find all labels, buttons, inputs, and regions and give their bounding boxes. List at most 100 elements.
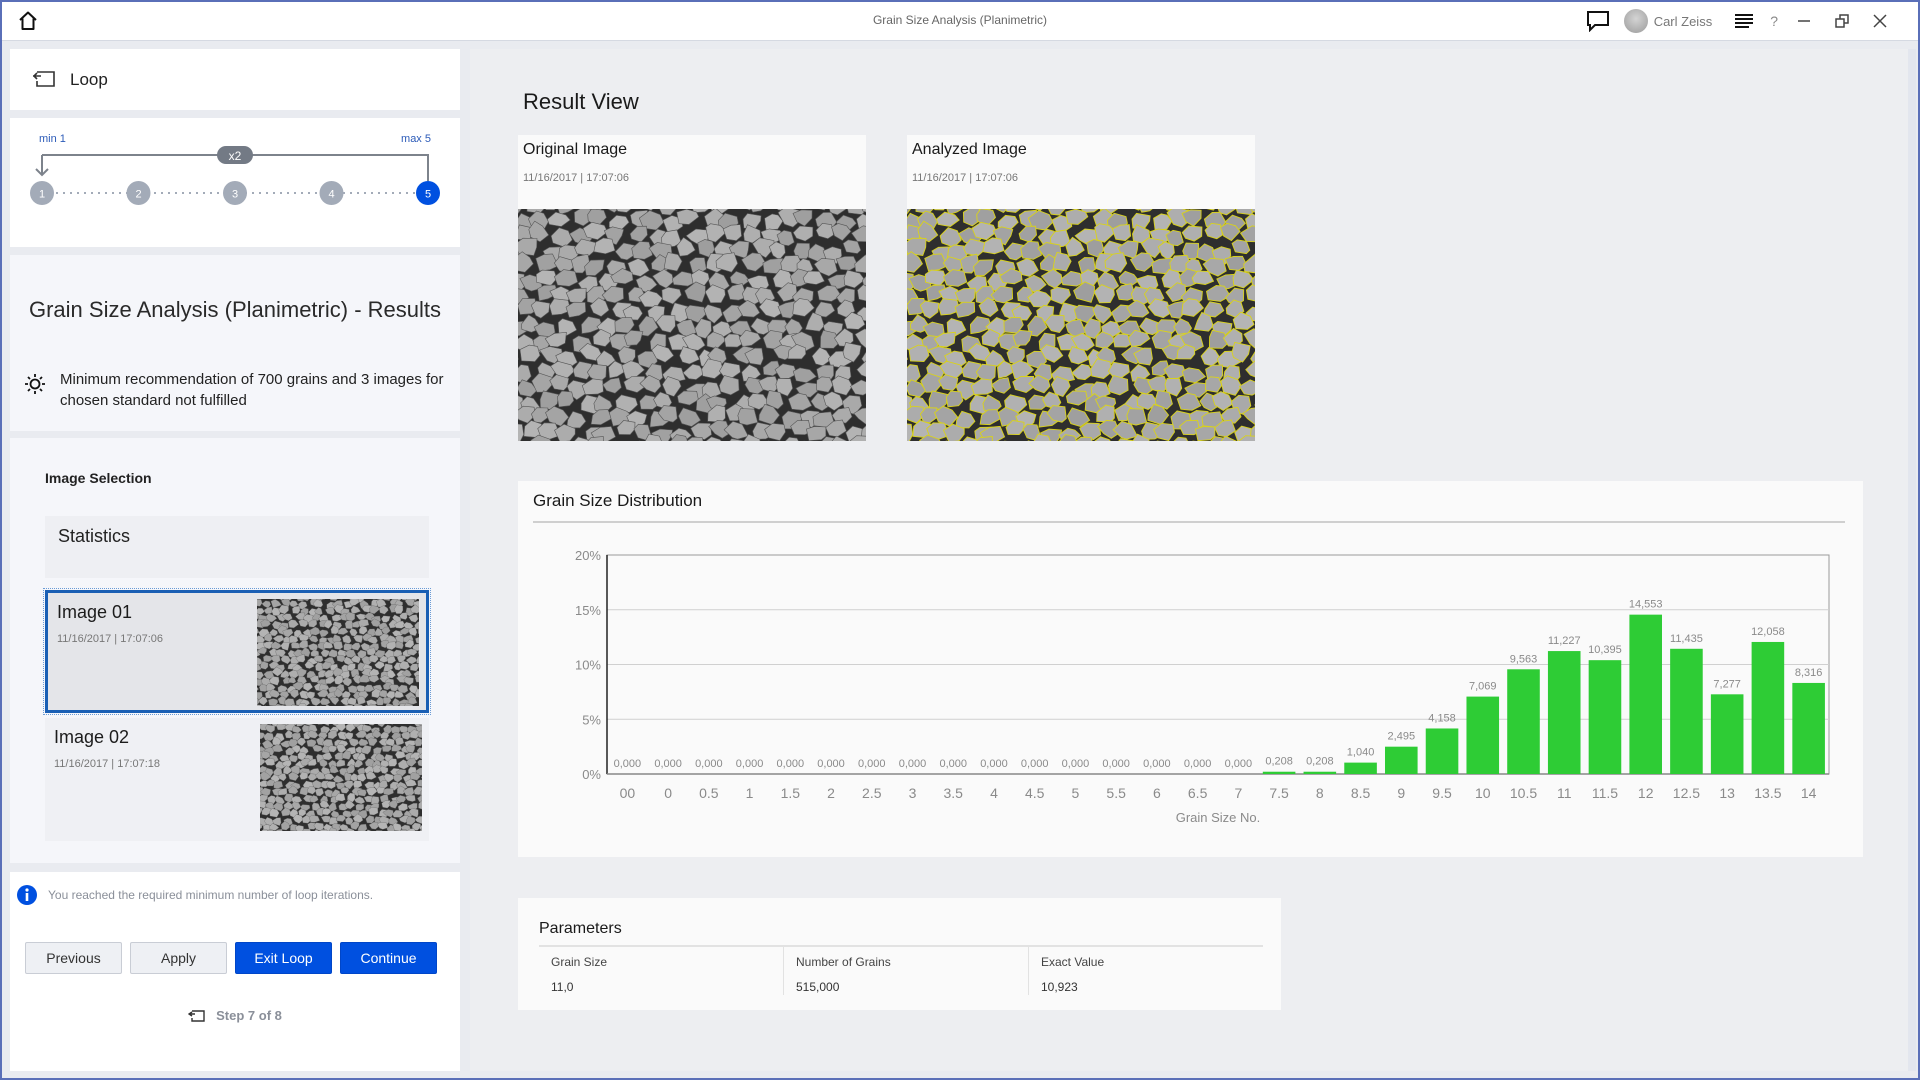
bar-10[interactable] [1466,696,1500,774]
data-label: 0,000 [777,758,805,770]
data-label: 7,069 [1469,681,1497,693]
data-label: 0,000 [817,758,845,770]
x-tick-label: 8.5 [1351,785,1371,801]
data-label: 9,563 [1510,653,1538,665]
loop-repeat-count: x2 [229,149,242,163]
x-tick-label: 5.5 [1106,785,1126,801]
user-avatar[interactable] [1623,9,1648,33]
loop-step-label: 1 [39,189,45,201]
analyzed-micrograph[interactable] [907,209,1255,441]
parameter-exact-value: Exact Value 10,923 [1029,947,1263,995]
loop-controls: You reached the required minimum number … [10,872,460,1071]
data-label: 0,000 [695,758,723,770]
bar-9[interactable] [1385,746,1418,774]
recommendation-warning: Minimum recommendation of 700 grains and… [24,369,444,411]
restore-icon[interactable] [1830,9,1854,33]
bar-14[interactable] [1792,682,1825,774]
user-name[interactable]: Carl Zeiss [1654,14,1713,29]
image-timestamp: 11/16/2017 | 17:07:06 [57,633,164,645]
bar-11[interactable] [1547,651,1581,774]
data-label: 0,000 [858,758,886,770]
parameters-title: Parameters [539,920,622,937]
step-text: Step 7 of 8 [216,1008,282,1023]
original-image-timestamp: 11/16/2017 | 17:07:06 [523,172,630,184]
data-label: 14,553 [1629,599,1663,611]
loop-step-label: 5 [425,189,431,201]
data-label: 11,435 [1670,633,1703,645]
x-tick-label: 1.5 [781,785,801,801]
loop-icon [188,1009,205,1022]
left-panel: Loop min 1 max 5 x2 1 2 3 4 5 Grain Size Ana… [10,49,460,1071]
info-icon [17,885,37,905]
image-list-item[interactable]: Image 02 11/16/2017 | 17:07:18 [45,718,429,841]
apply-button[interactable]: Apply [130,942,227,974]
loop-label: Loop [70,70,108,89]
parameter-value: 515,000 [796,980,840,994]
y-tick-label: 5% [582,712,601,727]
bar-8[interactable] [1303,771,1337,774]
original-image-panel: Original Image 11/16/2017 | 17:07:06 [518,135,866,441]
x-tick-label: 3.5 [943,785,963,801]
close-icon[interactable] [1868,9,1892,33]
continue-button[interactable]: Continue [340,942,437,974]
image-thumbnail [257,599,419,706]
step-indicator: Step 7 of 8 [10,1008,460,1023]
image-thumbnail [260,724,422,831]
original-micrograph[interactable] [518,209,866,441]
previous-button[interactable]: Previous [25,942,122,974]
image-name: Image 02 [54,727,130,747]
analyzed-image-panel: Analyzed Image 11/16/2017 | 17:07:06 [907,135,1255,441]
image-selection: Image Selection Statistics Image 01 11/1… [10,438,460,863]
original-image-title: Original Image [523,141,628,158]
x-tick-label: 11.5 [1592,785,1618,801]
help-button[interactable]: ? [1770,13,1778,29]
minimize-icon[interactable] [1792,9,1816,33]
loop-min-label: min 1 [39,133,66,145]
x-tick-label: 10.5 [1510,785,1537,801]
x-tick-label: 9 [1397,785,1405,801]
data-label: 0,000 [1102,758,1130,770]
chat-icon[interactable] [1586,9,1610,33]
analyzed-image-title: Analyzed Image [912,141,1027,158]
bar-13.5[interactable] [1751,641,1785,774]
data-label: 0,000 [939,758,967,770]
x-tick-label: 7.5 [1269,785,1289,801]
exit-loop-button[interactable]: Exit Loop [235,942,332,974]
bar-13[interactable] [1710,694,1744,774]
image-list-item[interactable]: Image 01 11/16/2017 | 17:07:06 [43,588,431,715]
data-label: 12,058 [1751,626,1785,638]
bar-12[interactable] [1629,614,1662,774]
x-tick-label: 10 [1475,785,1491,801]
data-label: 11,227 [1548,635,1581,647]
x-tick-label: 2 [827,785,835,801]
loop-icon [32,71,55,87]
bar-8.5[interactable] [1344,762,1377,774]
data-label: 0,000 [1143,758,1171,770]
scrollbar[interactable] [1908,49,1916,1071]
x-tick-label: 6 [1153,785,1161,801]
parameter-header: Exact Value [1041,955,1105,969]
bar-9.5[interactable] [1425,728,1459,774]
image-name: Image 01 [57,602,133,622]
data-label: 0,000 [1021,758,1049,770]
x-tick-label: 7 [1234,785,1242,801]
x-tick-label: 6.5 [1188,785,1208,801]
parameter-grain-size: Grain Size 11,0 [539,947,784,995]
loop-step-label: 3 [232,189,238,201]
loop-diagram: min 1 max 5 x2 1 2 3 4 5 [10,118,460,247]
bar-11.5[interactable] [1588,660,1622,774]
statistics-item[interactable]: Statistics [45,516,429,578]
x-tick-label: 14 [1801,785,1817,801]
menu-icon[interactable] [1732,9,1756,33]
x-tick-label: 3 [909,785,917,801]
y-tick-label: 10% [575,658,601,673]
parameter-header: Number of Grains [796,955,891,969]
bar-10.5[interactable] [1507,669,1540,774]
results-section: Grain Size Analysis (Planimetric) - Resu… [10,255,460,431]
data-label: 0,000 [1225,758,1253,770]
bar-12.5[interactable] [1670,648,1703,774]
parameter-header: Grain Size [551,955,608,969]
data-label: 0,208 [1306,756,1334,768]
bar-7.5[interactable] [1262,771,1296,774]
loop-max-label: max 5 [401,133,431,145]
